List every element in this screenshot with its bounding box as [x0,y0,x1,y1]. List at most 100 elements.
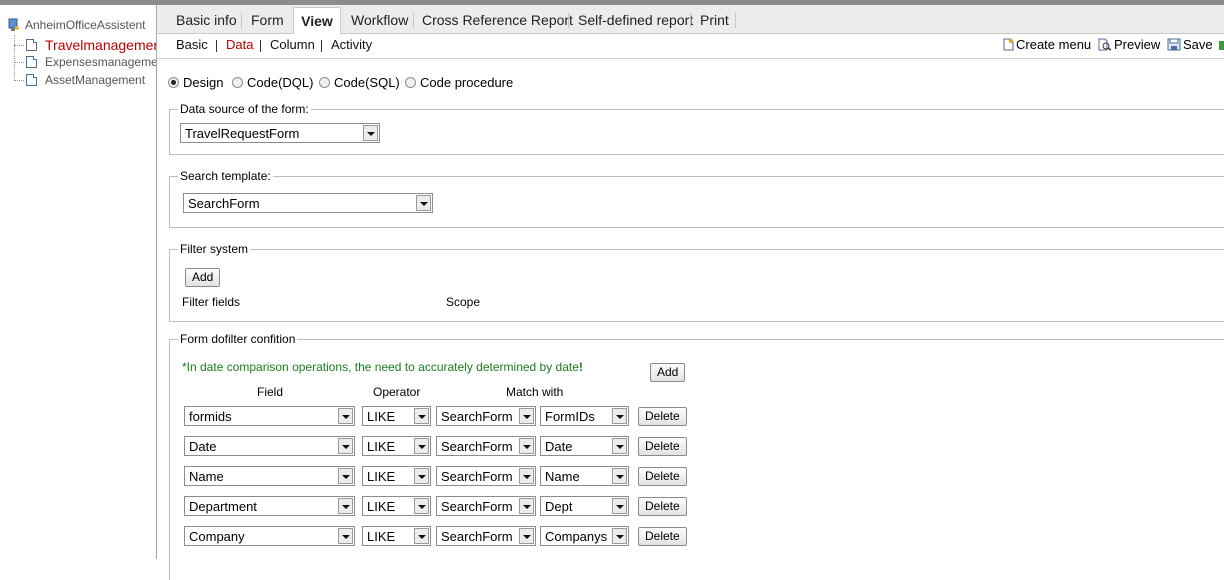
mode-design-option[interactable]: Design [168,74,223,90]
tab-cross-reference-report[interactable]: Cross Reference Report [422,7,573,33]
operator-select[interactable]: LIKE [362,466,431,486]
document-icon [26,39,37,51]
operator-select[interactable]: LIKE [362,406,431,426]
tree-item-label: AssetManagement [45,73,146,87]
operator-select[interactable]: LIKE [362,526,431,546]
tree-item-label: Expensesmanagement [45,55,157,69]
radio-design[interactable] [168,76,179,88]
filter-add-button[interactable]: Add [185,268,221,287]
chevron-down-icon[interactable] [612,498,627,514]
preview-icon [1098,38,1112,51]
tree-item-expenses[interactable]: Expensesmanagement [0,54,157,70]
datasource-select[interactable]: TravelRequestForm [180,123,380,143]
database-icon [8,18,19,31]
tree-item-asset[interactable]: AssetManagement [0,72,145,88]
source-select[interactable]: SearchForm [436,406,536,426]
target-select[interactable]: FormIDs [540,406,629,426]
tree-root[interactable]: AnheimOfficeAssistent [8,17,146,33]
chevron-down-icon[interactable] [612,528,627,544]
chevron-down-icon[interactable] [612,468,627,484]
source-select[interactable]: SearchForm [436,466,536,486]
chevron-down-icon[interactable] [519,438,534,454]
source-select[interactable]: SearchForm [436,526,536,546]
filter-fields-header: Filter fields [182,295,241,309]
document-icon [26,74,37,86]
delete-row-button[interactable]: Delete [638,527,687,546]
delete-row-button[interactable]: Delete [638,407,687,426]
subtab-data[interactable]: Data [226,37,253,52]
match-column-header: Match with [506,385,564,399]
dofilter-legend: Form dofilter confition [178,332,298,346]
operator-select[interactable]: LIKE [362,436,431,456]
field-select[interactable]: formids [184,406,355,426]
chevron-down-icon[interactable] [519,528,534,544]
create-menu-button[interactable]: Create menu [1003,37,1091,52]
field-select[interactable]: Company [184,526,355,546]
date-hint-text: *In date comparison operations, the need… [182,360,583,374]
radio-code-sql[interactable] [319,76,330,88]
radio-code-procedure[interactable] [405,76,416,88]
search-template-legend: Search template: [178,169,273,183]
tool-icon[interactable] [1218,39,1224,52]
chevron-down-icon[interactable] [519,408,534,424]
radio-code-dql[interactable] [232,76,243,88]
chevron-down-icon[interactable] [414,408,429,424]
dofilter-add-button[interactable]: Add [650,363,686,382]
tab-basic-info[interactable]: Basic info [176,7,237,33]
delete-row-button[interactable]: Delete [638,437,687,456]
subtab-basic[interactable]: Basic [176,37,208,52]
chevron-down-icon[interactable] [519,498,534,514]
chevron-down-icon[interactable] [414,498,429,514]
target-select[interactable]: Companys [540,526,629,546]
tab-workflow[interactable]: Workflow [351,7,408,33]
tree-item-travel[interactable]: Travelmanagement [0,37,157,53]
filter-scope-header: Scope [446,295,481,309]
new-document-icon [1003,38,1014,51]
chevron-down-icon[interactable] [338,438,353,454]
sub-tab-bar: Basic Data Column Activity Create menu P… [157,34,1224,59]
source-select[interactable]: SearchForm [436,436,536,456]
delete-row-button[interactable]: Delete [638,467,687,486]
main-tab-bar: Basic info Form View Workflow Cross Refe… [157,5,1224,35]
save-button[interactable]: Save [1167,37,1213,52]
mode-code-dql-option[interactable]: Code(DQL) [232,74,313,90]
tree-root-label: AnheimOfficeAssistent [25,18,146,32]
subtab-activity[interactable]: Activity [331,37,372,52]
tab-form[interactable]: Form [251,7,284,33]
chevron-down-icon[interactable] [414,438,429,454]
tree-item-label: Travelmanagement [45,37,157,53]
chevron-down-icon[interactable] [416,195,431,211]
chevron-down-icon[interactable] [414,468,429,484]
chevron-down-icon[interactable] [338,468,353,484]
chevron-down-icon[interactable] [338,528,353,544]
target-select[interactable]: Date [540,436,629,456]
field-select[interactable]: Date [184,436,355,456]
preview-button[interactable]: Preview [1098,37,1160,52]
chevron-down-icon[interactable] [612,438,627,454]
field-select[interactable]: Department [184,496,355,516]
tab-print[interactable]: Print [700,7,729,33]
subtab-column[interactable]: Column [270,37,315,52]
field-select[interactable]: Name [184,466,355,486]
chevron-down-icon[interactable] [338,408,353,424]
chevron-down-icon[interactable] [414,528,429,544]
search-template-select[interactable]: SearchForm [183,193,433,213]
mode-code-sql-option[interactable]: Code(SQL) [319,74,400,90]
filter-system-legend: Filter system [178,242,251,256]
chevron-down-icon[interactable] [612,408,627,424]
target-select[interactable]: Dept [540,496,629,516]
sidebar-tree: AnheimOfficeAssistent Travelmanagement E… [0,5,157,559]
chevron-down-icon[interactable] [519,468,534,484]
operator-select[interactable]: LIKE [362,496,431,516]
filter-system-group: Filter system [169,242,1224,322]
operator-column-header: Operator [373,385,421,399]
tab-self-defined-report[interactable]: Self-defined report [578,7,693,33]
delete-row-button[interactable]: Delete [638,497,687,516]
tab-view[interactable]: View [293,7,341,35]
chevron-down-icon[interactable] [338,498,353,514]
chevron-down-icon[interactable] [363,125,378,141]
document-icon [26,56,37,68]
source-select[interactable]: SearchForm [436,496,536,516]
target-select[interactable]: Name [540,466,629,486]
mode-code-procedure-option[interactable]: Code procedure [405,74,513,90]
